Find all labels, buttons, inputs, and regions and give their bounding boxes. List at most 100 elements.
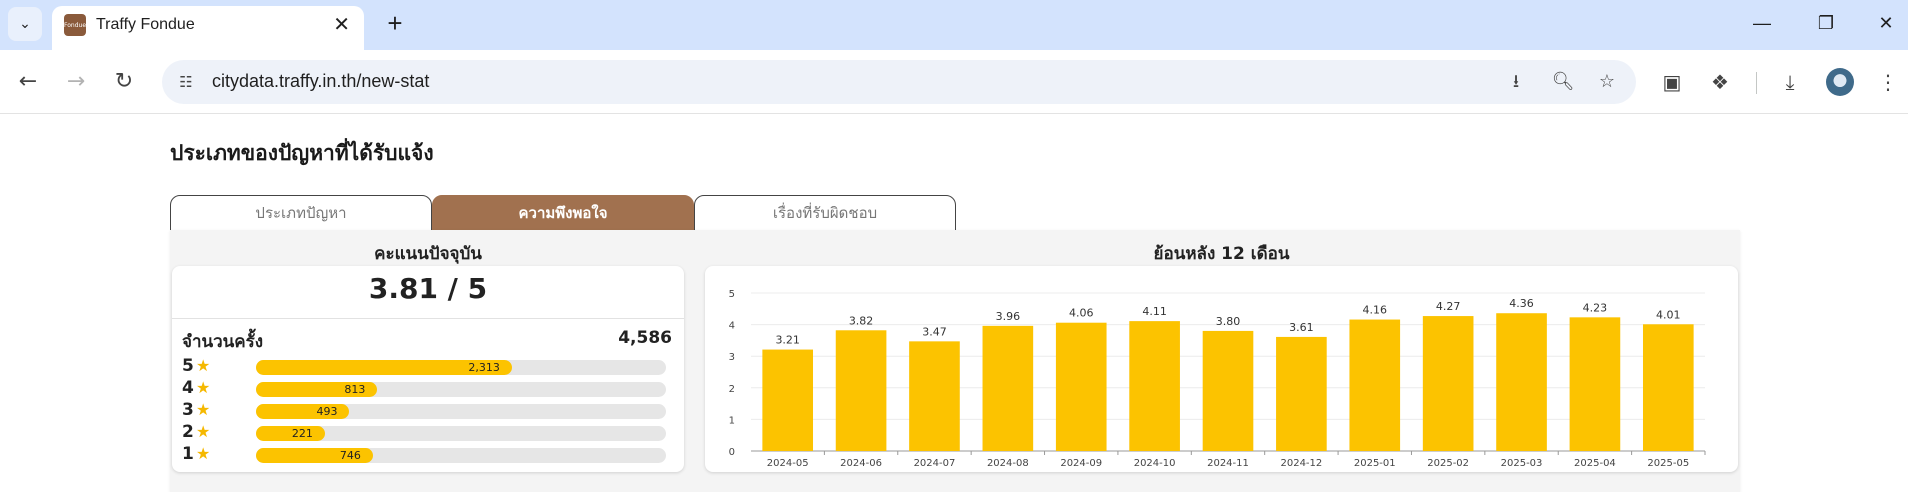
data-label: 4.11 xyxy=(1142,305,1167,318)
data-label: 4.36 xyxy=(1509,297,1534,310)
bar xyxy=(1202,330,1254,451)
star-icon: ★ xyxy=(196,444,211,463)
x-tick-label: 2024-10 xyxy=(1134,458,1176,469)
favicon-icon: Fondue xyxy=(64,14,86,36)
rating-stars: 1 xyxy=(182,444,194,464)
rating-bar-fill: 2,313 xyxy=(256,360,512,375)
bar xyxy=(1055,322,1107,451)
satisfaction-panel: คะแนนปัจจุบัน ย้อนหลัง 12 เดือน 3.81 / 5… xyxy=(170,230,1740,492)
y-tick-label: 5 xyxy=(729,289,735,300)
x-tick-label: 2024-05 xyxy=(767,458,809,469)
current-score-heading: คะแนนปัจจุบัน xyxy=(374,244,482,264)
rating-count: 746 xyxy=(339,449,361,462)
rating-row-2: 2 ★ 221 xyxy=(182,422,682,442)
data-label: 3.61 xyxy=(1289,321,1314,334)
history-heading: ย้อนหลัง 12 เดือน xyxy=(1153,244,1290,264)
browser-tab-bar: ⌄ Fondue Traffy Fondue ✕ + — ❐ ✕ xyxy=(0,0,1908,50)
rating-bar-track: 2,313 xyxy=(256,360,666,375)
count-label: จำนวนครั้ง xyxy=(182,332,264,352)
y-tick-label: 3 xyxy=(729,352,735,363)
data-label: 3.96 xyxy=(996,310,1021,323)
bar xyxy=(1496,313,1547,451)
close-icon[interactable]: ✕ xyxy=(333,12,350,37)
x-tick-label: 2024-11 xyxy=(1207,458,1249,469)
zoom-icon[interactable]: 🔍︎ xyxy=(1549,68,1577,96)
rating-stars: 4 xyxy=(182,378,194,398)
menu-kebab-icon[interactable]: ⋮ xyxy=(1870,64,1906,100)
rating-bar-track: 746 xyxy=(256,448,666,463)
data-label: 4.06 xyxy=(1069,307,1094,320)
rating-stars: 2 xyxy=(182,422,194,442)
star-icon: ★ xyxy=(196,422,211,441)
url-text[interactable]: citydata.traffy.in.th/new-stat xyxy=(212,71,429,92)
rating-bar-track: 813 xyxy=(256,382,666,397)
back-arrow-icon[interactable]: ← xyxy=(10,64,46,100)
forward-arrow-icon[interactable]: → xyxy=(58,64,94,100)
rating-bar-track: 221 xyxy=(256,426,666,441)
rating-count: 813 xyxy=(344,383,366,396)
rating-bar-fill: 746 xyxy=(256,448,373,463)
star-icon: ★ xyxy=(196,400,211,419)
bar xyxy=(1129,321,1180,451)
tab-problem-type[interactable]: ประเภทปัญหา xyxy=(170,195,432,231)
rating-count: 221 xyxy=(291,427,313,440)
tab-responsibility[interactable]: เรื่องที่รับผิดชอบ xyxy=(694,195,956,231)
install-app-icon[interactable]: ⭳ xyxy=(1502,68,1530,96)
page-title: ประเภทของปัญหาที่ได้รับแจ้ง xyxy=(170,141,434,165)
page-content: ประเภทของปัญหาที่ได้รับแจ้ง ประเภทปัญหา … xyxy=(0,115,1908,492)
data-label: 4.01 xyxy=(1656,308,1681,321)
restore-icon[interactable]: ❐ xyxy=(1806,8,1846,38)
x-tick-label: 2025-03 xyxy=(1501,458,1543,469)
divider xyxy=(172,318,684,319)
x-tick-label: 2024-09 xyxy=(1060,458,1102,469)
history-bar-chart: 0 1 2 3 4 5 3.21 2024-05 3.82 2024-06 3.47 2024-07 3… xyxy=(729,289,1706,469)
extensions-icon[interactable]: ❖ xyxy=(1702,64,1738,100)
rating-row-4: 4 ★ 813 xyxy=(182,378,682,398)
data-label: 3.82 xyxy=(849,314,874,327)
rating-stars: 3 xyxy=(182,400,194,420)
star-icon: ★ xyxy=(196,356,211,375)
bar xyxy=(1349,319,1401,451)
score-value: 3.81 / 5 xyxy=(368,272,488,305)
data-label: 3.47 xyxy=(922,325,947,338)
bar xyxy=(982,325,1034,451)
toolbar-divider xyxy=(1756,72,1757,94)
bar xyxy=(1642,324,1694,451)
rating-bar-fill: 221 xyxy=(256,426,325,441)
tab-title: Traffy Fondue xyxy=(96,16,195,33)
address-bar[interactable]: ☷ citydata.traffy.in.th/new-stat ⭳ 🔍︎ ☆ xyxy=(162,60,1636,104)
count-total: 4,586 xyxy=(618,328,672,348)
window-close-icon[interactable]: ✕ xyxy=(1866,8,1906,38)
rating-bar-fill: 493 xyxy=(256,404,350,419)
minimize-icon[interactable]: — xyxy=(1742,8,1782,38)
tab-search-button[interactable]: ⌄ xyxy=(8,7,42,41)
browser-toolbar: ← → ↻ ☷ citydata.traffy.in.th/new-stat ⭳… xyxy=(0,50,1908,114)
data-label: 4.23 xyxy=(1583,301,1608,314)
download-icon[interactable]: ⤓ xyxy=(1772,64,1808,100)
y-tick-label: 0 xyxy=(729,447,735,458)
rating-bar-fill: 813 xyxy=(256,382,378,397)
bookmark-star-icon[interactable]: ☆ xyxy=(1593,68,1621,96)
new-tab-button[interactable]: + xyxy=(378,6,412,40)
site-info-icon[interactable]: ☷ xyxy=(174,70,198,94)
bar xyxy=(762,349,814,451)
profile-avatar[interactable] xyxy=(1826,68,1854,96)
x-tick-label: 2025-05 xyxy=(1647,458,1689,469)
rating-row-5: 5 ★ 2,313 xyxy=(182,356,682,376)
browser-tab[interactable]: Fondue Traffy Fondue ✕ xyxy=(52,6,364,50)
reload-icon[interactable]: ↻ xyxy=(106,64,142,100)
x-tick-label: 2025-04 xyxy=(1574,458,1616,469)
rating-row-3: 3 ★ 493 xyxy=(182,400,682,420)
data-label: 4.27 xyxy=(1436,300,1461,313)
y-tick-label: 2 xyxy=(729,384,735,395)
bar xyxy=(909,341,960,451)
bar xyxy=(1276,336,1327,451)
data-label: 4.16 xyxy=(1363,304,1388,317)
y-tick-label: 4 xyxy=(729,321,735,332)
rating-count: 2,313 xyxy=(468,361,500,374)
y-tick-label: 1 xyxy=(729,415,735,426)
tab-satisfaction[interactable]: ความพึงพอใจ xyxy=(432,195,694,231)
camera-icon[interactable]: ▣ xyxy=(1654,64,1690,100)
rating-count: 493 xyxy=(316,405,338,418)
rating-row-1: 1 ★ 746 xyxy=(182,444,682,464)
